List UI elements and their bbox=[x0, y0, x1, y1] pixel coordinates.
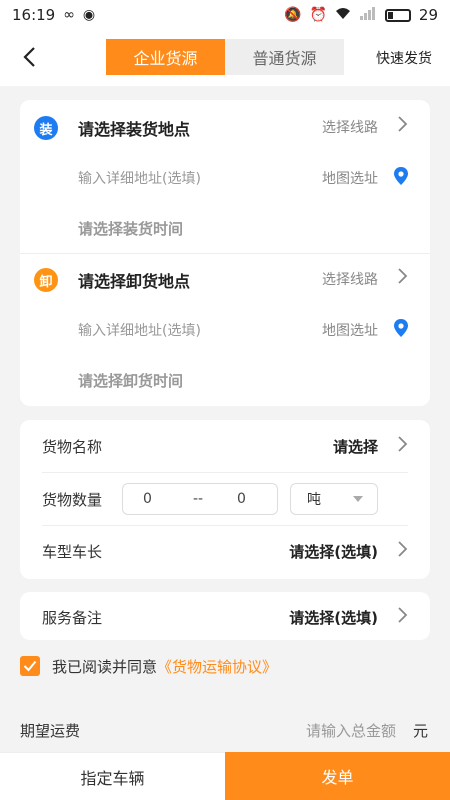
header: 企业货源 普通货源 快速发货 bbox=[0, 30, 450, 86]
unload-address-input[interactable]: 输入详细地址(选填) bbox=[78, 320, 201, 340]
load-map-select[interactable]: 地图选址 bbox=[322, 168, 378, 188]
tab-normal-cargo[interactable]: 普通货源 bbox=[225, 39, 344, 75]
battery-level: 29 bbox=[418, 6, 438, 24]
agreement-text: 我已阅读并同意 bbox=[52, 657, 158, 676]
chevron-right-icon[interactable] bbox=[394, 434, 410, 454]
fee-input[interactable]: 请输入总金额 bbox=[306, 720, 396, 741]
agreement-row: 我已阅读并同意 《货物运输协议》 bbox=[20, 655, 277, 677]
status-bar: 16:19 ∞ ◉ 🔕 ⏰ 29 bbox=[0, 0, 450, 30]
service-card: 服务备注 请选择(选填) bbox=[20, 592, 430, 640]
truck-type-select[interactable]: 请选择(选填) bbox=[289, 541, 378, 562]
wifi-icon bbox=[335, 6, 351, 24]
alarm-icon: ⏰ bbox=[309, 7, 327, 23]
unit-select[interactable]: 吨 bbox=[290, 483, 378, 515]
status-time: 16:19 bbox=[12, 6, 56, 24]
unload-location-select[interactable]: 请选择卸货地点 bbox=[78, 268, 190, 292]
tab-enterprise-cargo[interactable]: 企业货源 bbox=[106, 39, 225, 75]
chevron-right-icon[interactable] bbox=[394, 539, 410, 559]
route-card: 装 请选择装货地点 选择线路 输入详细地址(选填) 地图选址 请选择装货时间 卸… bbox=[20, 100, 430, 406]
qty-min-input[interactable]: 0 bbox=[143, 491, 152, 507]
unload-time-select[interactable]: 请选择卸货时间 bbox=[78, 370, 183, 391]
divider bbox=[42, 472, 408, 473]
load-route-select[interactable]: 选择线路 bbox=[322, 117, 378, 137]
unload-map-select[interactable]: 地图选址 bbox=[322, 320, 378, 340]
fee-label: 期望运费 bbox=[20, 722, 81, 740]
load-time-select[interactable]: 请选择装货时间 bbox=[78, 218, 183, 239]
cargo-name-select[interactable]: 请选择 bbox=[333, 436, 378, 457]
service-remark-select[interactable]: 请选择(选填) bbox=[289, 607, 378, 628]
caret-down-icon bbox=[353, 496, 363, 502]
bottom-actions: 指定车辆 发单 bbox=[0, 752, 450, 800]
cargo-card: 货物名称 请选择 货物数量 0 -- 0 吨 车型车长 请选择(选填) bbox=[20, 420, 430, 579]
location-pin-icon[interactable] bbox=[392, 166, 410, 186]
cargo-qty-label: 货物数量 bbox=[42, 491, 103, 509]
infinity-icon: ∞ bbox=[63, 7, 75, 23]
submit-button[interactable]: 发单 bbox=[225, 752, 450, 800]
service-remark-label: 服务备注 bbox=[42, 609, 103, 627]
unload-route-select[interactable]: 选择线路 bbox=[322, 269, 378, 289]
check-icon bbox=[23, 660, 37, 672]
chevron-left-icon bbox=[23, 47, 35, 67]
load-badge: 装 bbox=[34, 116, 58, 140]
assign-vehicle-button[interactable]: 指定车辆 bbox=[0, 752, 225, 800]
agreement-link[interactable]: 《货物运输协议》 bbox=[157, 656, 277, 677]
chevron-right-icon[interactable] bbox=[394, 114, 410, 134]
fee-bar: 期望运费 请输入总金额 元 bbox=[0, 706, 450, 752]
mute-icon: 🔕 bbox=[284, 7, 302, 23]
location-pin-icon[interactable] bbox=[392, 318, 410, 338]
load-location-select[interactable]: 请选择装货地点 bbox=[78, 116, 190, 140]
quick-ship-button[interactable]: 快速发货 bbox=[376, 48, 432, 68]
battery-icon bbox=[384, 8, 411, 22]
cargo-qty-range: 0 -- 0 bbox=[122, 483, 278, 515]
signal-icon bbox=[359, 6, 377, 24]
qty-max-input[interactable]: 0 bbox=[237, 491, 246, 507]
agreement-checkbox[interactable] bbox=[20, 656, 40, 676]
qty-separator: -- bbox=[193, 491, 204, 507]
fee-unit: 元 bbox=[412, 722, 428, 740]
back-button[interactable] bbox=[14, 42, 44, 72]
divider bbox=[42, 525, 408, 526]
divider bbox=[20, 253, 430, 254]
unit-value: 吨 bbox=[307, 492, 321, 508]
app-icon: ◉ bbox=[82, 7, 96, 23]
truck-type-label: 车型车长 bbox=[42, 543, 103, 561]
load-address-input[interactable]: 输入详细地址(选填) bbox=[78, 168, 201, 188]
chevron-right-icon[interactable] bbox=[394, 266, 410, 286]
cargo-name-label: 货物名称 bbox=[42, 438, 103, 456]
unload-badge: 卸 bbox=[34, 268, 58, 292]
chevron-right-icon[interactable] bbox=[394, 605, 410, 625]
